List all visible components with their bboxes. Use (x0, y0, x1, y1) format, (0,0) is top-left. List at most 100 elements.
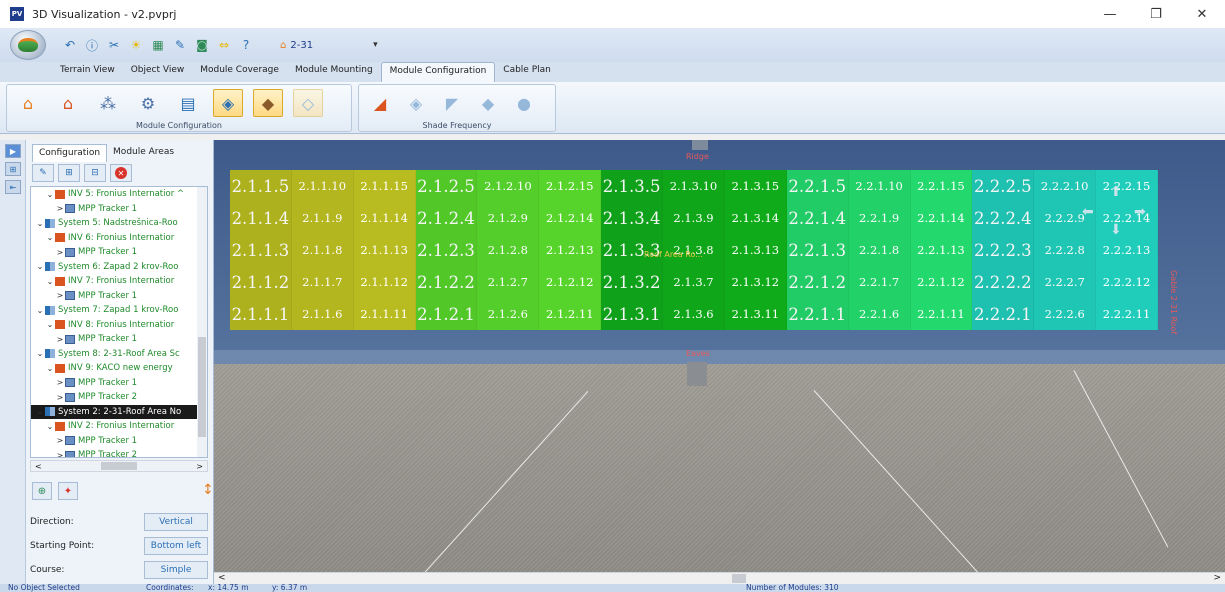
arrow-down-icon[interactable]: ⬇ (1110, 222, 1122, 238)
scroll-right-icon[interactable]: > (1213, 573, 1221, 583)
module-cell[interactable]: 2.1.3.7 (663, 266, 725, 298)
array-icon[interactable]: ⁂ (93, 89, 123, 117)
module-cell[interactable]: 2.2.2.2 (972, 266, 1035, 298)
roof-modules-icon[interactable]: ⌂ (13, 89, 43, 117)
module-cell[interactable]: 2.1.1.9 (291, 202, 354, 234)
module-cell[interactable]: 2.1.2.14 (539, 202, 602, 234)
chevron-right-icon[interactable]: > (55, 436, 65, 445)
chevron-down-icon[interactable]: ▾ (373, 40, 378, 50)
direction-select[interactable]: Vertical (144, 513, 208, 531)
module-cell[interactable]: 2.1.1.1 (230, 298, 292, 330)
module-cell[interactable]: 2.1.1.15 (353, 170, 416, 202)
module-cell[interactable]: 2.1.2.11 (539, 298, 602, 330)
chevron-right-icon[interactable]: > (55, 291, 65, 300)
add-string-icon[interactable]: ⊕ (32, 482, 52, 500)
chevron-down-icon[interactable]: ⌄ (45, 190, 55, 199)
module-cell[interactable]: 2.2.1.14 (910, 202, 973, 234)
chevron-down-icon[interactable]: ⌄ (45, 233, 55, 242)
module-cell[interactable]: 2.1.2.5 (415, 170, 478, 202)
module-cell[interactable]: 2.1.1.7 (291, 266, 354, 298)
module-cell[interactable]: 2.2.2.13 (1096, 234, 1158, 266)
sun-icon[interactable]: ☀ (128, 37, 144, 53)
module-cell[interactable]: 2.1.3.10 (663, 170, 725, 202)
tree-item[interactable]: > MPP Tracker 1 (31, 434, 207, 449)
shade-panel-icon[interactable]: ◈ (401, 89, 431, 117)
tree-item[interactable]: > MPP Tracker 1 (31, 332, 207, 347)
maximize-button[interactable]: ❐ (1133, 0, 1179, 28)
tools-icon[interactable]: ✂ (106, 37, 122, 53)
pin-icon[interactable]: ✦ (58, 482, 78, 500)
module-cell[interactable]: 2.2.1.2 (786, 266, 849, 298)
tree-item[interactable]: > MPP Tracker 1 (31, 245, 207, 260)
undo-icon[interactable]: ↶ (62, 37, 78, 53)
delete-button[interactable]: ✕ (110, 164, 132, 182)
module-cell[interactable]: 2.2.2.10 (1034, 170, 1097, 202)
tab-module-areas[interactable]: Module Areas (107, 144, 180, 162)
module-cell[interactable]: 2.2.2.1 (972, 298, 1035, 330)
play-icon[interactable]: ▶ (5, 144, 21, 158)
module-cell[interactable]: 2.2.2.15 (1096, 170, 1158, 202)
tree-item[interactable]: ⌄ System 6: Zapad 2 krov-Roo (31, 260, 207, 275)
module-cell[interactable]: 2.1.3.15 (724, 170, 787, 202)
chevron-down-icon[interactable]: ⌄ (35, 349, 45, 358)
configure-icon[interactable]: ⚙ (133, 89, 163, 117)
tree-hscrollbar[interactable]: < > (30, 460, 208, 472)
chevron-down-icon[interactable]: ⌄ (35, 262, 45, 271)
module-cell[interactable]: 2.2.2.5 (972, 170, 1035, 202)
module-cell[interactable]: 2.1.1.10 (291, 170, 354, 202)
module-cell[interactable]: 2.2.2.8 (1034, 234, 1097, 266)
shade-module-icon[interactable]: ◆ (473, 89, 503, 117)
module-cell[interactable]: 2.2.1.4 (786, 202, 849, 234)
tab-object-view[interactable]: Object View (123, 62, 193, 82)
chevron-down-icon[interactable]: ⌄ (35, 306, 45, 315)
chevron-right-icon[interactable]: > (55, 248, 65, 257)
module-cell[interactable]: 2.1.2.2 (415, 266, 478, 298)
module-cell[interactable]: 2.1.1.6 (291, 298, 354, 330)
module-cell[interactable]: 2.2.1.6 (848, 298, 911, 330)
module-cell[interactable]: 2.1.2.9 (477, 202, 540, 234)
module-cell[interactable]: 2.2.2.6 (1034, 298, 1097, 330)
module-cell[interactable]: 2.2.1.10 (848, 170, 911, 202)
chevron-right-icon[interactable]: > (55, 393, 65, 402)
tab-cable-plan[interactable]: Cable Plan (495, 62, 559, 82)
tab-module-mounting[interactable]: Module Mounting (287, 62, 381, 82)
wand-icon[interactable]: ✎ (32, 164, 54, 182)
module-cell[interactable]: 2.1.1.13 (353, 234, 416, 266)
module-cell[interactable]: 2.2.1.13 (910, 234, 973, 266)
tab-module-coverage[interactable]: Module Coverage (192, 62, 287, 82)
module-cell[interactable]: 2.1.1.11 (353, 298, 416, 330)
chevron-down-icon[interactable]: ⌄ (45, 277, 55, 286)
tab-module-configuration[interactable]: Module Configuration (380, 62, 496, 82)
tree-scroll-thumb[interactable] (198, 337, 206, 437)
module-cell[interactable]: 2.1.3.11 (724, 298, 787, 330)
module-cell[interactable]: 2.2.2.14 (1096, 202, 1158, 234)
module-cell[interactable]: 2.1.3.9 (663, 202, 725, 234)
panel-icon[interactable]: ▤ (173, 89, 203, 117)
module-cell[interactable]: 2.2.1.7 (848, 266, 911, 298)
tree-item[interactable]: ⌄ INV 5: Fronius Internatior ^ (31, 187, 207, 202)
3d-viewport[interactable]: Ridge Eaves 2.1.1.5 2.1.1.10 2.1.1.15 2.1.2… (214, 140, 1225, 584)
starting-point-select[interactable]: Bottom left (144, 537, 208, 555)
module-cell[interactable]: 2.1.2.8 (477, 234, 540, 266)
shade-sphere-icon[interactable]: ● (509, 89, 539, 117)
info-icon[interactable]: ⓘ (84, 37, 100, 53)
module-string-icon[interactable]: ◈ (213, 89, 243, 117)
tree-item[interactable]: > MPP Tracker 2 (31, 390, 207, 405)
module-cell[interactable]: 2.1.1.2 (230, 266, 292, 298)
arrow-right-icon[interactable]: ➡ (1134, 204, 1146, 220)
module-cell[interactable]: 2.2.2.12 (1096, 266, 1158, 298)
tab-terrain-view[interactable]: Terrain View (52, 62, 123, 82)
tree-item[interactable]: > MPP Tracker 2 (31, 448, 207, 457)
tree-item[interactable]: ⌄ INV 6: Fronius Internatior (31, 231, 207, 246)
module-cell[interactable]: 2.2.1.11 (910, 298, 973, 330)
module-cell[interactable]: 2.1.1.8 (291, 234, 354, 266)
chevron-down-icon[interactable]: ⌄ (35, 219, 45, 228)
arrow-up-icon[interactable]: ⬆ (1110, 184, 1122, 200)
chevron-down-icon[interactable]: ⌄ (45, 320, 55, 329)
tree-item[interactable]: > MPP Tracker 1 (31, 289, 207, 304)
chevron-down-icon[interactable]: ⌄ (45, 422, 55, 431)
tree-expand-icon[interactable]: ⊞ (5, 162, 21, 176)
module-cell[interactable]: 2.1.1.4 (230, 202, 292, 234)
tree-scrollbar[interactable] (197, 187, 207, 457)
module-cell[interactable]: 2.1.2.13 (539, 234, 602, 266)
